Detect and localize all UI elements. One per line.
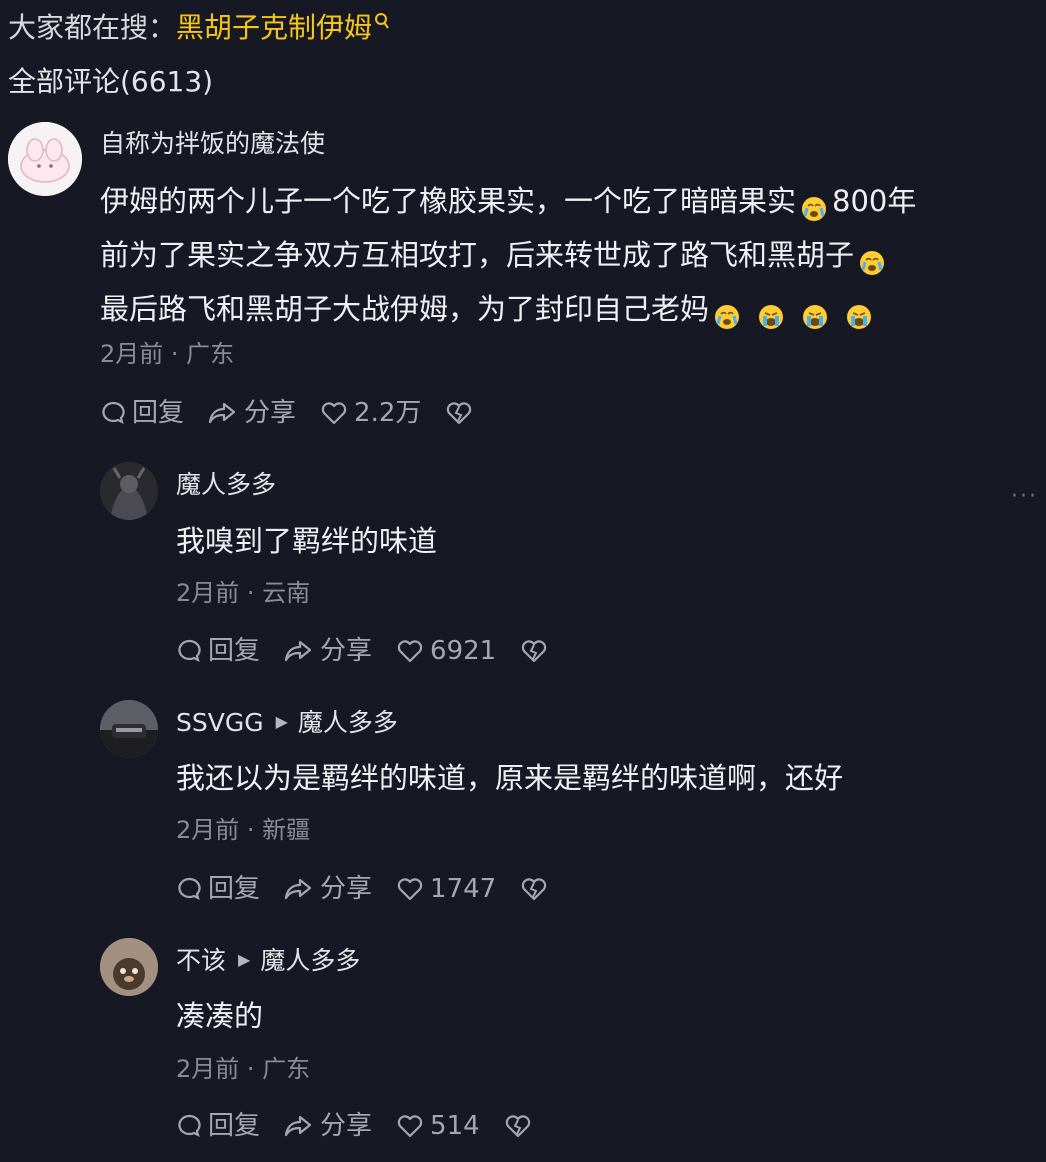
dislike-button[interactable] (504, 1113, 538, 1139)
reply-button[interactable]: 回复 (176, 1109, 260, 1143)
search-suggestion-prefix: 大家都在搜： (8, 11, 177, 44)
comment-time: 2月前 (176, 1055, 240, 1083)
comment-actions: 回复 分享 514 (176, 1109, 562, 1143)
comment-actions: 回复 分享 1747 (176, 872, 578, 906)
avatar[interactable] (100, 938, 158, 996)
comment-time: 2月前 (176, 816, 240, 844)
dislike-icon (505, 1115, 530, 1138)
comment-username[interactable]: 自称为拌饭的魔法使 (100, 127, 325, 161)
share-button[interactable]: 分享 (284, 1109, 372, 1143)
share-button[interactable]: 分享 (284, 872, 372, 906)
dislike-icon (447, 402, 472, 425)
comment-count-title: 全部评论(6613) (8, 65, 214, 98)
heart-icon (397, 878, 423, 901)
reply-text: 凑凑的 (176, 999, 264, 1033)
share-icon (284, 640, 312, 662)
like-button[interactable]: 2.2万 (320, 396, 421, 430)
like-count: 1747 (430, 874, 497, 904)
comment-icon (102, 401, 125, 425)
dislike-icon (522, 878, 547, 901)
share-icon (284, 878, 312, 900)
like-count: 514 (430, 1111, 480, 1141)
share-button[interactable]: 分享 (284, 634, 372, 668)
reply-button[interactable]: 回复 (176, 634, 260, 668)
comment-location: 广东 (186, 340, 235, 368)
crying-emoji (757, 294, 785, 329)
comment-meta: 2月前 · 广东 (176, 1055, 311, 1083)
dislike-icon (522, 640, 547, 663)
like-count: 6921 (430, 636, 497, 666)
reply-arrow-icon: ▶ (275, 712, 288, 731)
comment-time: 2月前 (100, 340, 164, 368)
share-button[interactable]: 分享 (208, 396, 296, 430)
comment-time: 2月前 (176, 579, 240, 607)
comment-location: 云南 (262, 579, 311, 607)
dislike-button[interactable] (445, 400, 479, 426)
search-icon (372, 11, 390, 44)
more-icon[interactable]: ··· (1011, 484, 1038, 509)
reply-username[interactable]: SSVGG ▶ 魔人多多 (176, 706, 398, 741)
crying-emoji (858, 240, 886, 275)
heart-icon (321, 402, 347, 425)
reply-button[interactable]: 回复 (100, 396, 184, 430)
avatar[interactable] (100, 462, 158, 520)
crying-emoji (801, 294, 829, 329)
comment-text-line: 最后路飞和黑胡子大战伊姆，为了封印自己老妈 (100, 282, 1040, 336)
reply-text: 我还以为是羁绊的味道，原来是羁绊的味道啊，还好 (176, 761, 844, 795)
search-suggestion-keyword[interactable]: 黑胡子克制伊姆 (176, 11, 372, 44)
comment-location: 广东 (262, 1055, 311, 1083)
comment-location: 新疆 (262, 816, 311, 844)
comment-text: 伊姆的两个儿子一个吃了橡胶果实，一个吃了暗暗果实 800年 前为了果实之争双方互相… (100, 174, 1040, 336)
crying-emoji (800, 186, 828, 221)
reply-button[interactable]: 回复 (176, 872, 260, 906)
heart-icon (397, 640, 423, 663)
search-suggestion[interactable]: 大家都在搜：黑胡子克制伊姆 (8, 8, 390, 48)
heart-icon (397, 1115, 423, 1138)
comment-icon (178, 639, 201, 663)
like-button[interactable]: 1747 (396, 872, 496, 906)
like-count: 2.2万 (354, 398, 422, 428)
like-button[interactable]: 514 (396, 1109, 480, 1143)
dislike-button[interactable] (520, 638, 554, 664)
reply-username[interactable]: 魔人多多 (176, 468, 276, 502)
share-icon (284, 1115, 312, 1137)
comment-meta: 2月前 · 新疆 (176, 816, 311, 844)
comment-icon (178, 1114, 201, 1138)
crying-emoji (713, 294, 741, 329)
comment-meta: 2月前 · 广东 (100, 340, 235, 368)
avatar[interactable] (100, 700, 158, 758)
comment-text-line: 伊姆的两个儿子一个吃了橡胶果实，一个吃了暗暗果实 800年 (100, 174, 1040, 228)
reply-text: 我嗅到了羁绊的味道 (176, 524, 438, 558)
reply-username[interactable]: 不该 ▶ 魔人多多 (176, 944, 360, 979)
share-icon (208, 402, 236, 424)
comment-actions: 回复 分享 6921 (176, 634, 578, 668)
comment-icon (178, 877, 201, 901)
like-button[interactable]: 6921 (396, 634, 496, 668)
comment-meta: 2月前 · 云南 (176, 579, 311, 607)
comment-text-line: 前为了果实之争双方互相攻打，后来转世成了路飞和黑胡子 (100, 228, 1040, 282)
comment-actions: 回复 分享 2.2万 (100, 396, 503, 430)
dislike-button[interactable] (520, 876, 554, 902)
avatar[interactable] (8, 122, 82, 196)
reply-arrow-icon: ▶ (238, 950, 251, 969)
crying-emoji (845, 294, 873, 329)
